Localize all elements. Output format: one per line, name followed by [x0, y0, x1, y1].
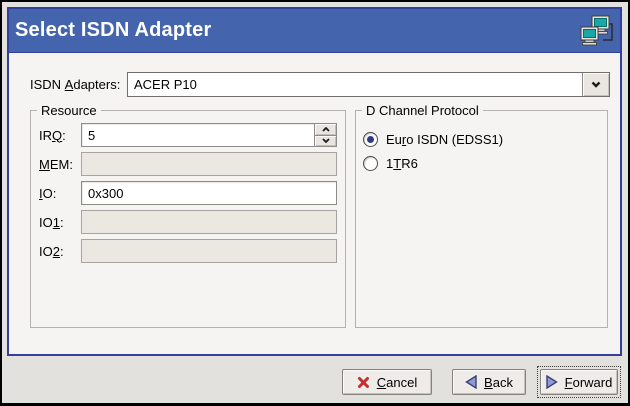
dialog-panel: Select ISDN Adapter ISDN Adapters: [7, 7, 622, 356]
radio-unselected-icon[interactable] [363, 156, 378, 171]
chevron-down-icon [322, 138, 330, 143]
io2-input [81, 239, 337, 263]
dialog-button-bar: Cancel Back Forward [2, 369, 618, 395]
network-computers-icon [579, 15, 615, 47]
protocol-options: Euro ISDN (EDSS1) 1TR6 [356, 111, 607, 175]
irq-spin-up-button[interactable] [315, 124, 336, 135]
irq-row: IRQ: [39, 123, 337, 147]
radio-selected-icon[interactable] [363, 132, 378, 147]
radio-1tr6[interactable]: 1TR6 [363, 151, 599, 175]
label-mnemonic: F [565, 375, 573, 390]
label-pre: IR [39, 128, 52, 143]
forward-button[interactable]: Forward [540, 369, 618, 395]
label-mnemonic: M [39, 157, 50, 172]
io2-row: IO2: [39, 239, 337, 263]
chevron-up-icon [322, 127, 330, 132]
label-mnemonic: 1 [53, 215, 60, 230]
dialog-header: Select ISDN Adapter [9, 9, 620, 53]
radio-1tr6-label: 1TR6 [386, 156, 418, 171]
arrow-left-icon [465, 375, 477, 389]
chevron-down-icon [591, 81, 601, 88]
irq-input[interactable] [81, 123, 337, 147]
arrow-right-icon [546, 375, 558, 389]
label-post: orward [573, 375, 613, 390]
forward-button-label: Forward [565, 375, 613, 390]
label-pre: IO [39, 215, 53, 230]
label-pre: ISDN [30, 77, 65, 92]
io2-label: IO2: [39, 244, 81, 259]
label-post: EM: [50, 157, 73, 172]
io2-field-wrap [81, 239, 337, 263]
back-button-label: Back [484, 375, 513, 390]
io1-input [81, 210, 337, 234]
resource-group-title: Resource [37, 103, 101, 118]
label-post: : [62, 128, 66, 143]
label-mnemonic: Q [52, 128, 62, 143]
label-post: O: [43, 186, 57, 201]
label-mnemonic: 2 [53, 244, 60, 259]
label-post: dapters: [73, 77, 120, 92]
label-post: ancel [386, 375, 417, 390]
label-mnemonic: C [377, 375, 386, 390]
isdn-adapter-combobox[interactable] [127, 72, 610, 97]
dialog-content: ISDN Adapters: Resource IRQ: [9, 53, 620, 354]
irq-spin-down-button[interactable] [315, 135, 336, 147]
irq-spinner [314, 124, 336, 146]
label-post: : [60, 244, 64, 259]
irq-label: IRQ: [39, 128, 81, 143]
label-pre: Eu [386, 132, 402, 147]
d-channel-protocol-group: D Channel Protocol Euro ISDN (EDSS1) 1TR… [355, 110, 608, 328]
select-isdn-adapter-dialog: { "colors": { "titlebar_blue": "#4465ad"… [0, 0, 630, 406]
label-mnemonic: T [393, 156, 401, 171]
label-mnemonic: A [65, 77, 74, 92]
red-x-icon [357, 376, 370, 389]
d-channel-protocol-group-title: D Channel Protocol [362, 103, 483, 118]
combobox-dropdown-button[interactable] [582, 73, 609, 96]
mem-field-wrap [81, 152, 337, 176]
cancel-button-label: Cancel [377, 375, 417, 390]
mem-row: MEM: [39, 152, 337, 176]
io1-field-wrap [81, 210, 337, 234]
label-mnemonic: B [484, 375, 493, 390]
dialog-title: Select ISDN Adapter [15, 19, 579, 42]
irq-field-wrap [81, 123, 337, 147]
label-post: : [60, 215, 64, 230]
io1-row: IO1: [39, 210, 337, 234]
back-button[interactable]: Back [452, 369, 526, 395]
label-post: ack [493, 375, 513, 390]
mem-label: MEM: [39, 157, 81, 172]
mem-input [81, 152, 337, 176]
resource-rows: IRQ: MEM: IO: [31, 111, 345, 263]
io-input[interactable] [81, 181, 337, 205]
label-pre: IO [39, 244, 53, 259]
radio-euro-isdn-label: Euro ISDN (EDSS1) [386, 132, 503, 147]
label-post: o ISDN (EDSS1) [406, 132, 503, 147]
io-row: IO: [39, 181, 337, 205]
radio-euro-isdn-edss1[interactable]: Euro ISDN (EDSS1) [363, 127, 599, 151]
isdn-adapters-label: ISDN Adapters: [30, 72, 120, 97]
label-post: R6 [401, 156, 418, 171]
resource-group: Resource IRQ: MEM: [30, 110, 346, 328]
isdn-adapter-combobox-input[interactable] [128, 73, 582, 96]
io-field-wrap [81, 181, 337, 205]
cancel-button[interactable]: Cancel [342, 369, 432, 395]
io-label: IO: [39, 186, 81, 201]
io1-label: IO1: [39, 215, 81, 230]
